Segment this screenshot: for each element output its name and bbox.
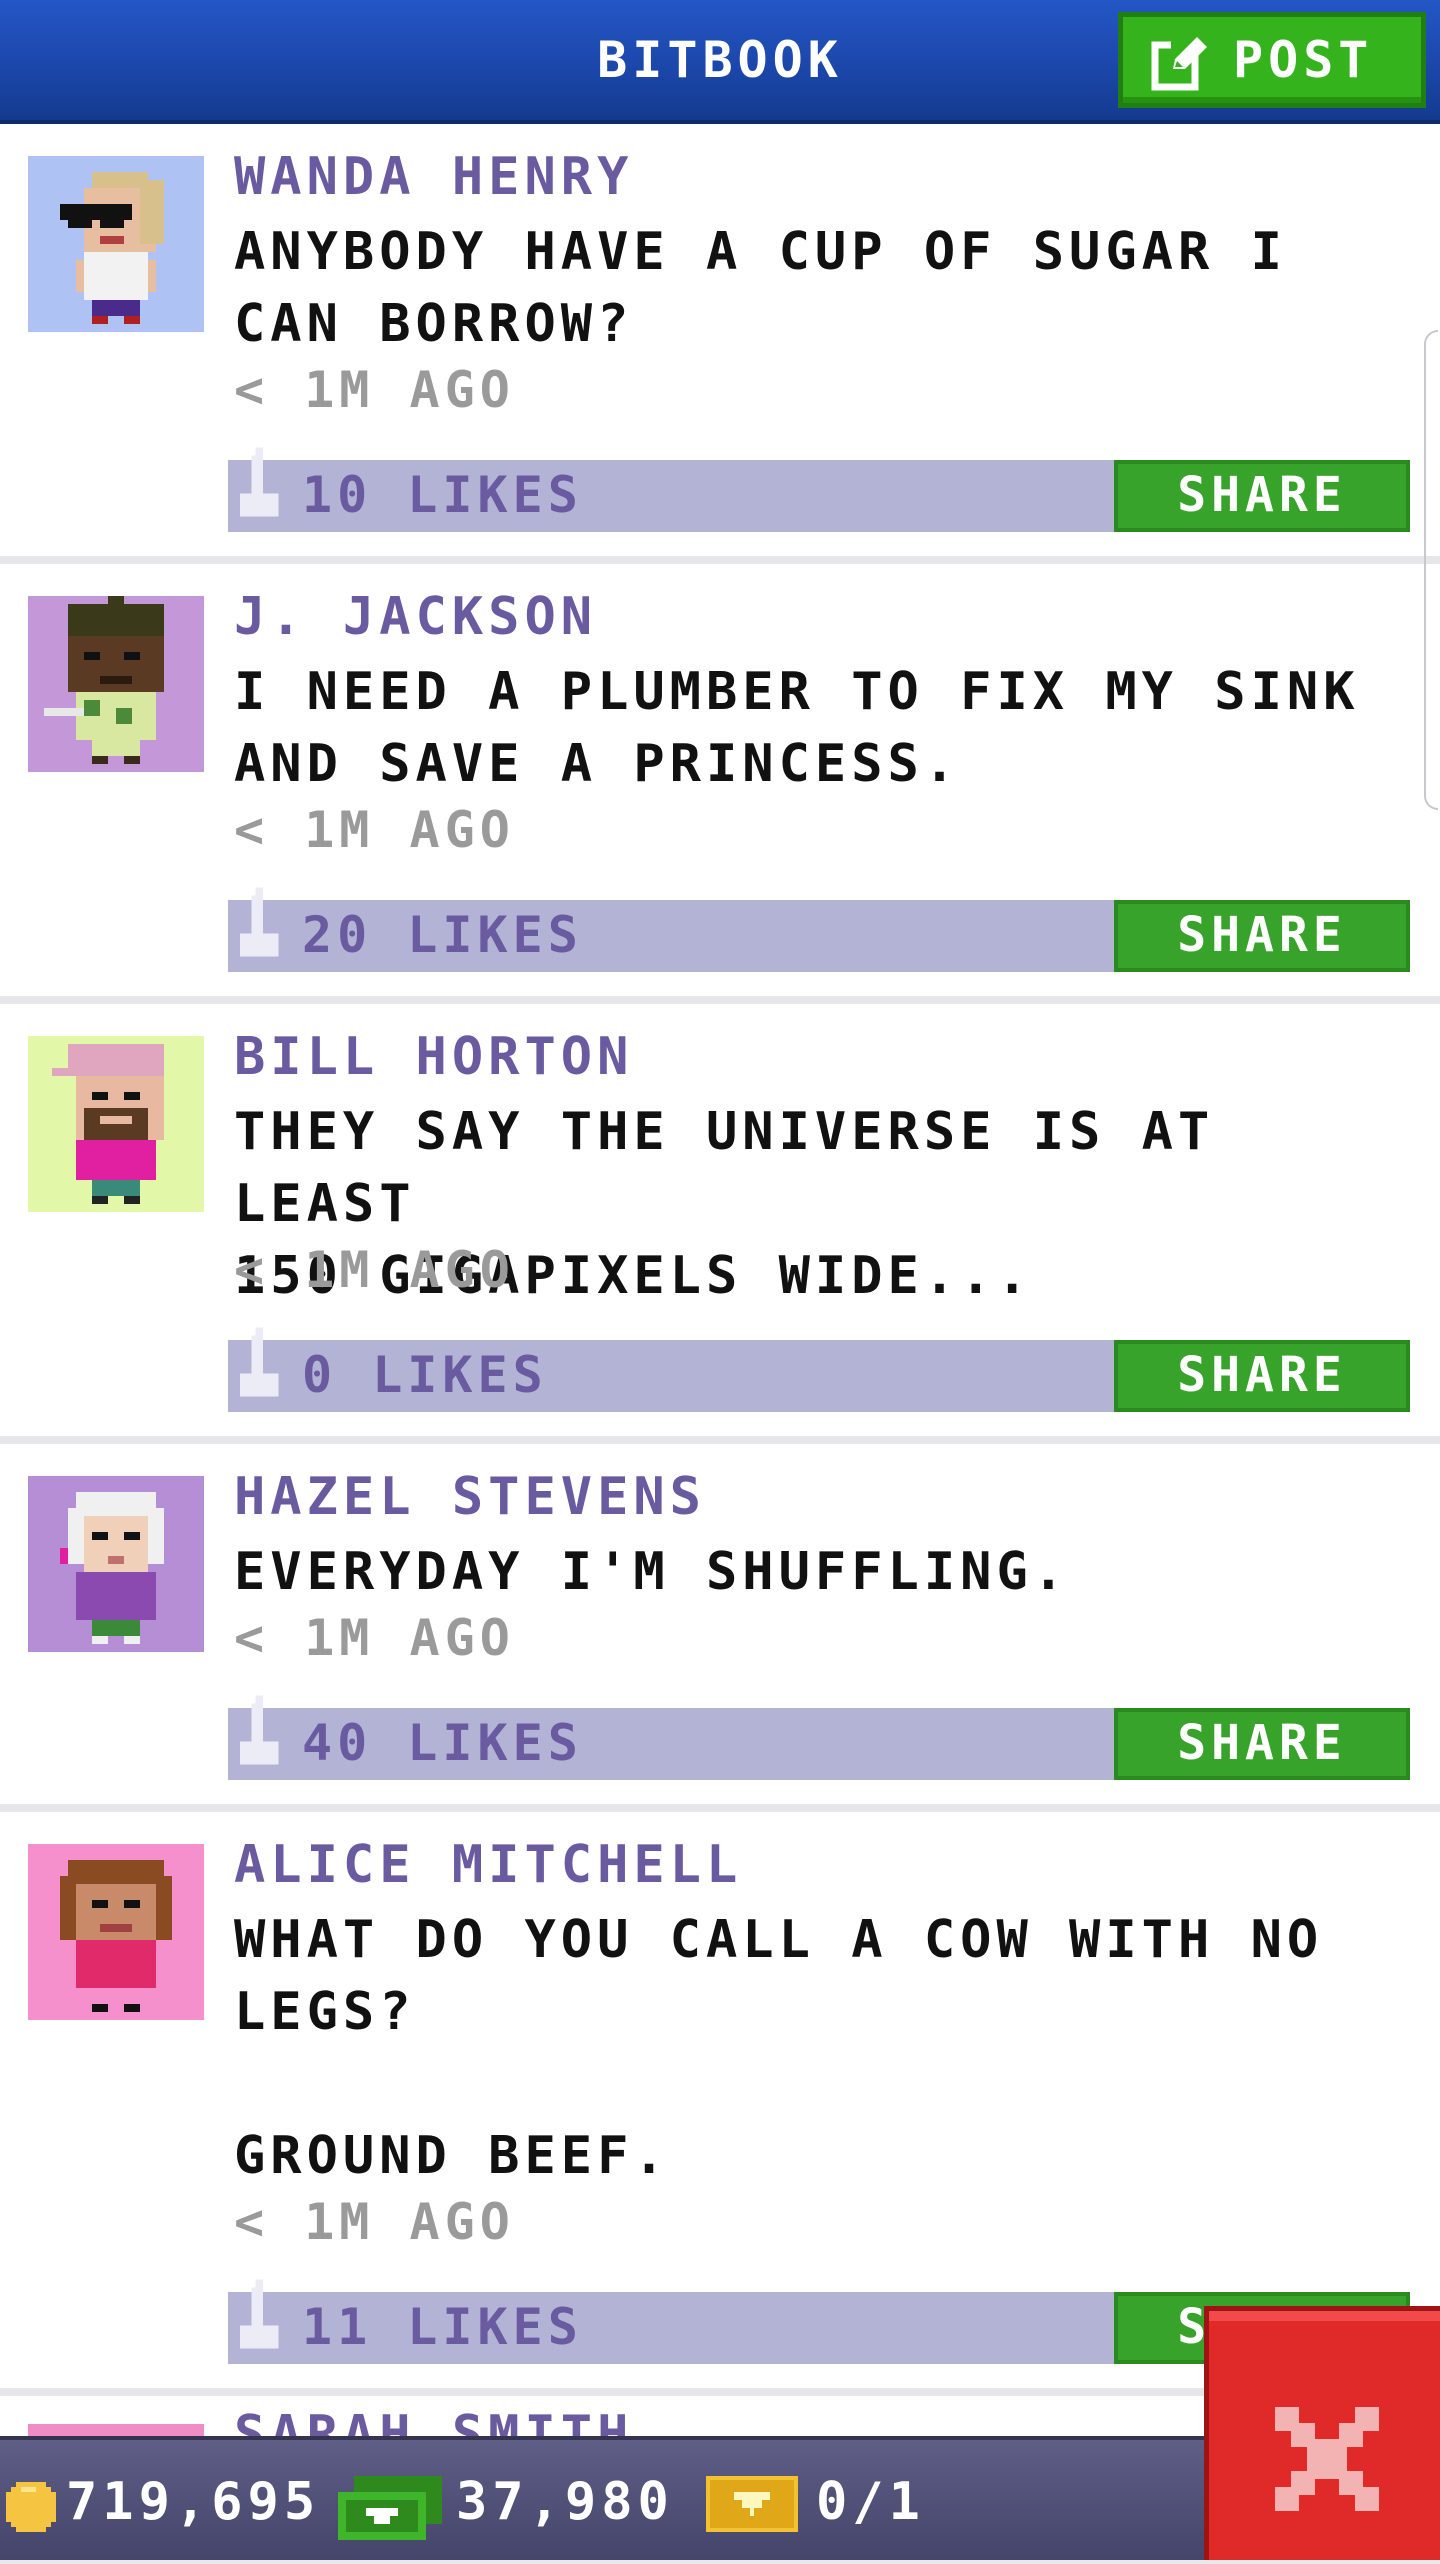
likes-count[interactable]: 0 LIKES: [302, 1344, 548, 1406]
post-message: WHAT DO YOU CALL A COW WITH NO LEGS? GRO…: [234, 1910, 1324, 2186]
close-icon: [1275, 2407, 1379, 2511]
share-button[interactable]: SHARE: [1114, 460, 1410, 532]
post-message: ANYBODY HAVE A CUP OF SUGAR I CAN BORROW…: [234, 222, 1287, 354]
avatar: [28, 596, 204, 772]
post-message: I NEED A PLUMBER TO FIX MY SINK AND SAVE…: [234, 662, 1360, 794]
close-button[interactable]: [1204, 2306, 1440, 2560]
post-message: EVERYDAY I'M SHUFFLING.: [234, 1542, 1070, 1602]
likes-count[interactable]: 40 LIKES: [302, 1712, 583, 1774]
post-card: BILL HORTON THEY SAY THE UNIVERSE IS AT …: [0, 1004, 1440, 1444]
coin-icon: [6, 2482, 56, 2532]
cash-balance: 37,980: [456, 2472, 674, 2532]
post-card: HAZEL STEVENS EVERYDAY I'M SHUFFLING. < …: [0, 1444, 1440, 1812]
post-card: J. JACKSON I NEED A PLUMBER TO FIX MY SI…: [0, 564, 1440, 1004]
ticket-icon: [706, 2476, 798, 2532]
likes-bar: 0 LIKES SHARE: [228, 1327, 1410, 1412]
cash-icon: [338, 2476, 442, 2540]
avatar: [28, 1036, 204, 1212]
post-button[interactable]: POST: [1118, 12, 1426, 108]
app-header: BITBOOK POST: [0, 0, 1440, 124]
edit-icon: [1151, 37, 1207, 91]
post-timestamp: < 1M AGO: [234, 361, 515, 419]
likes-count[interactable]: 20 LIKES: [302, 904, 583, 966]
likes-count[interactable]: 11 LIKES: [302, 2296, 583, 2358]
post-card: WANDA HENRY ANYBODY HAVE A CUP OF SUGAR …: [0, 124, 1440, 564]
post-author[interactable]: J. JACKSON: [234, 586, 597, 648]
likes-bar: 20 LIKES SHARE: [228, 887, 1410, 972]
likes-count[interactable]: 10 LIKES: [302, 464, 583, 526]
post-author[interactable]: SARAH SMITH: [234, 2404, 633, 2436]
thumbs-up-icon: [240, 1327, 279, 1397]
ticket-count: 0/1: [816, 2472, 925, 2532]
post-author[interactable]: WANDA HENRY: [234, 146, 633, 208]
post-timestamp: < 1M AGO: [234, 801, 515, 859]
thumbs-up-icon: [240, 2279, 279, 2349]
scrollbar[interactable]: [1424, 330, 1438, 810]
post-timestamp: < 1M AGO: [234, 2193, 515, 2251]
thumbs-up-icon: [240, 887, 279, 957]
post-author[interactable]: HAZEL STEVENS: [234, 1466, 706, 1528]
likes-bar: 40 LIKES SHARE: [228, 1695, 1410, 1780]
coin-balance: 719,695: [66, 2472, 321, 2532]
share-button[interactable]: SHARE: [1114, 1340, 1410, 1412]
post-author[interactable]: BILL HORTON: [234, 1026, 633, 1088]
post-author[interactable]: ALICE MITCHELL: [234, 1834, 742, 1896]
post-timestamp: < 1M AGO: [234, 1241, 515, 1299]
post-button-label: POST: [1233, 31, 1374, 89]
thumbs-up-icon: [240, 447, 279, 517]
share-button[interactable]: SHARE: [1114, 900, 1410, 972]
share-button[interactable]: SHARE: [1114, 1708, 1410, 1780]
avatar: [28, 156, 204, 332]
thumbs-up-icon: [240, 1695, 279, 1765]
post-timestamp: < 1M AGO: [234, 1609, 515, 1667]
avatar: [28, 1476, 204, 1652]
likes-bar: 10 LIKES SHARE: [228, 447, 1410, 532]
avatar: [28, 1844, 204, 2020]
avatar: [28, 2424, 204, 2436]
